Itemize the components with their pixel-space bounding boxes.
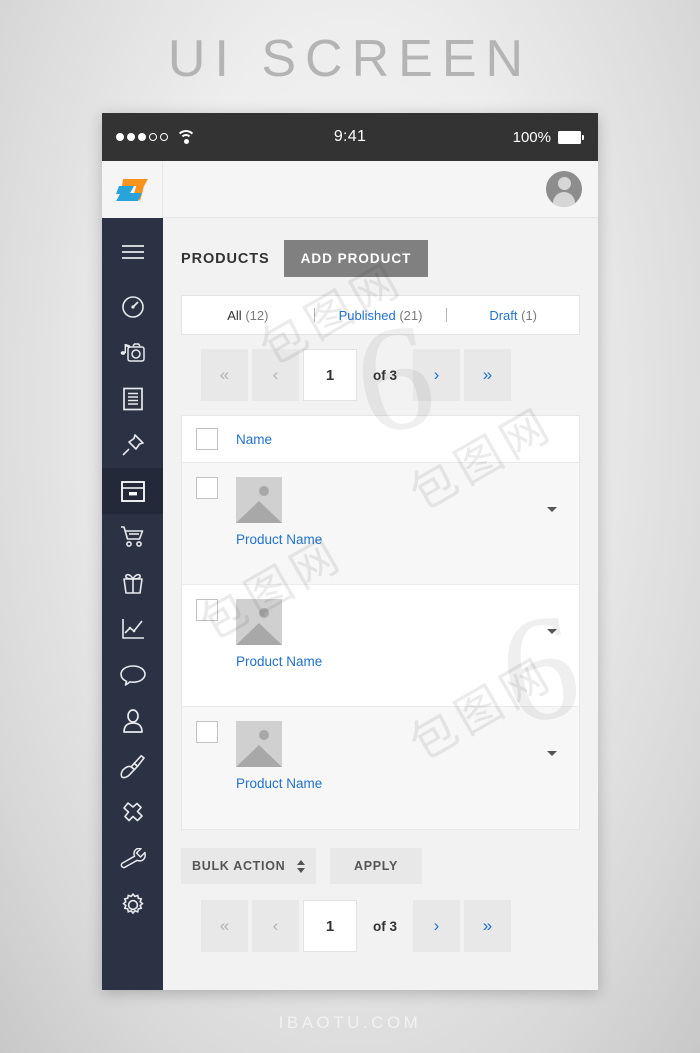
pagination-prev-button[interactable]: ‹ xyxy=(252,349,299,401)
filter-tab-published-label: Published xyxy=(338,307,396,323)
pagination-first-button[interactable]: « xyxy=(201,349,248,401)
dashboard-gauge-icon xyxy=(121,296,144,318)
row-actions-chevron-down-icon[interactable] xyxy=(547,751,557,756)
sidebar-item-comments[interactable] xyxy=(102,652,163,698)
phone-frame: 9:41 100% PRODUCTS ADD PRODUCT All (12) … xyxy=(102,113,598,990)
pagination-bottom: « ‹ 1 of 3 › » xyxy=(163,884,598,952)
column-header-name: Name xyxy=(236,431,273,447)
row-actions-chevron-down-icon[interactable] xyxy=(547,629,557,634)
row-actions-chevron-down-icon[interactable] xyxy=(547,507,557,512)
row-select-checkbox[interactable] xyxy=(196,721,218,743)
poster-title: UI SCREEN xyxy=(167,30,533,88)
filter-tab-published[interactable]: Published (21) xyxy=(315,308,447,323)
brand-logo[interactable] xyxy=(102,161,163,218)
products-table: Name Product Name Product Name Product N… xyxy=(181,415,580,830)
filter-tab-all-label: All xyxy=(227,307,242,323)
pagination-prev-button[interactable]: ‹ xyxy=(252,900,299,952)
sidebar-item-analytics[interactable] xyxy=(102,606,163,652)
bulk-action-bar: BULK ACTION APPLY xyxy=(163,830,598,884)
pagination-next-button[interactable]: › xyxy=(413,349,461,401)
filter-tab-all-count: (12) xyxy=(245,307,269,323)
bulk-action-label: BULK ACTION xyxy=(192,859,286,873)
filter-tab-draft[interactable]: Draft (1) xyxy=(447,308,579,323)
sidebar-item-settings[interactable] xyxy=(102,882,163,928)
filter-tab-published-count: (21) xyxy=(399,307,423,323)
sidebar-item-appearance[interactable] xyxy=(102,744,163,790)
status-bar: 9:41 100% xyxy=(102,113,598,161)
page-title: PRODUCTS xyxy=(181,250,270,267)
sidebar-nav xyxy=(102,218,163,990)
product-name-link[interactable]: Product Name xyxy=(236,654,322,669)
settings-gear-icon xyxy=(121,893,144,915)
pagination-top: « ‹ 1 of 3 › » xyxy=(163,335,598,401)
add-product-button[interactable]: ADD PRODUCT xyxy=(283,240,429,277)
pagination-first-button[interactable]: « xyxy=(201,900,248,952)
battery-percent-label: 100% xyxy=(512,128,551,146)
brand-logo-icon xyxy=(116,178,148,201)
image-placeholder-icon xyxy=(236,599,282,645)
row-select-checkbox[interactable] xyxy=(196,477,218,499)
sidebar-item-media[interactable] xyxy=(102,330,163,376)
pagination-last-button[interactable]: » xyxy=(464,349,512,401)
product-name-link[interactable]: Product Name xyxy=(236,776,322,791)
row-content: Product Name xyxy=(236,477,322,547)
pagination-next-button[interactable]: › xyxy=(413,900,461,952)
pagination-total-label: of 3 xyxy=(373,918,398,934)
filter-tab-draft-count: (1) xyxy=(521,307,538,323)
hamburger-menu-icon xyxy=(121,245,144,259)
pagination-current-page[interactable]: 1 xyxy=(303,349,357,401)
table-row: Product Name xyxy=(182,707,579,829)
stepper-arrows-icon xyxy=(297,859,305,873)
poster-footer: IBAOTU.COM xyxy=(278,1013,422,1032)
sidebar-item-users[interactable] xyxy=(102,698,163,744)
app-top-bar xyxy=(102,161,598,218)
product-name-link[interactable]: Product Name xyxy=(236,532,322,547)
pagination-current-page[interactable]: 1 xyxy=(303,900,357,952)
row-select-checkbox[interactable] xyxy=(196,599,218,621)
paintbrush-icon xyxy=(119,755,145,779)
table-row: Product Name xyxy=(182,585,579,707)
plugin-icon xyxy=(122,802,143,822)
user-avatar[interactable] xyxy=(546,171,582,207)
comment-bubble-icon xyxy=(119,665,146,686)
filter-tab-draft-label: Draft xyxy=(489,307,518,323)
sidebar-item-products[interactable] xyxy=(102,468,163,514)
sidebar-item-coupons[interactable] xyxy=(102,560,163,606)
sidebar-item-plugins[interactable] xyxy=(102,790,163,836)
status-bar-right: 100% xyxy=(513,129,584,146)
row-content: Product Name xyxy=(236,599,322,669)
sidebar-item-pages[interactable] xyxy=(102,376,163,422)
pagination-last-button[interactable]: » xyxy=(464,900,512,952)
image-placeholder-icon xyxy=(236,721,282,767)
shopping-cart-icon xyxy=(120,526,143,547)
pagination-total-label: of 3 xyxy=(373,367,398,383)
sidebar-item-dashboard[interactable] xyxy=(102,284,163,330)
image-placeholder-icon xyxy=(236,477,282,523)
sidebar-item-menu-toggle[interactable] xyxy=(102,226,163,278)
media-camera-icon xyxy=(120,343,145,362)
gift-box-icon xyxy=(122,573,143,594)
pages-document-icon xyxy=(122,387,143,411)
row-content: Product Name xyxy=(236,721,322,791)
sidebar-item-orders[interactable] xyxy=(102,514,163,560)
top-bar-space xyxy=(163,161,598,217)
drawer-archive-icon xyxy=(120,480,145,502)
pushpin-icon xyxy=(121,434,144,456)
select-all-checkbox[interactable] xyxy=(196,428,218,450)
table-row: Product Name xyxy=(182,463,579,585)
wrench-tools-icon xyxy=(120,848,146,869)
analytics-chart-icon xyxy=(121,619,144,639)
status-filter-bar: All (12) Published (21) Draft (1) xyxy=(181,295,580,335)
bulk-action-select[interactable]: BULK ACTION xyxy=(181,848,316,884)
sidebar-item-tools[interactable] xyxy=(102,836,163,882)
sidebar-item-pinned[interactable] xyxy=(102,422,163,468)
battery-full-icon xyxy=(558,130,584,144)
apply-button[interactable]: APPLY xyxy=(330,848,423,884)
filter-tab-all[interactable]: All (12) xyxy=(182,308,314,323)
table-header-row: Name xyxy=(182,416,579,463)
main-content: PRODUCTS ADD PRODUCT All (12) Published … xyxy=(163,218,598,990)
page-header: PRODUCTS ADD PRODUCT xyxy=(163,218,598,277)
app-body: PRODUCTS ADD PRODUCT All (12) Published … xyxy=(102,218,598,990)
user-profile-icon xyxy=(122,709,143,733)
